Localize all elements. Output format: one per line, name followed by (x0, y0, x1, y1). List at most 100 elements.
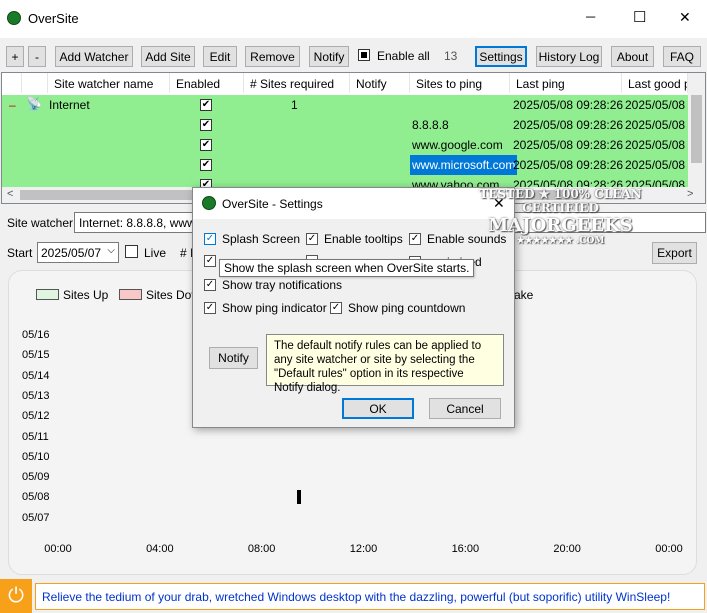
start-date-value: 2025/05/07 (41, 246, 102, 260)
y-tick-label: 05/07 (22, 511, 50, 524)
enabled-checkbox[interactable]: ✔ (200, 159, 212, 171)
x-tick-label: 12:00 (349, 543, 378, 555)
column-header[interactable]: Notify (350, 73, 410, 93)
site-to-ping: 8.8.8.8 (412, 118, 449, 132)
y-tick-label: 05/15 (22, 349, 50, 362)
table-row[interactable]: ✔ www.microsoft.com 2025/05/08 09:28:26 … (2, 155, 695, 175)
collapse-button[interactable]: - (28, 46, 46, 67)
checkbox[interactable]: ✓ (204, 302, 216, 314)
splash-screen-option[interactable]: ✓ Splash Screen (204, 232, 300, 246)
chevron-down-icon: ⌵ (107, 245, 115, 256)
column-header[interactable]: Enabled (170, 73, 244, 93)
start-label: Start (7, 246, 33, 260)
y-tick-label: 05/13 (22, 389, 50, 402)
table-row[interactable]: ✔ www.google.com 2025/05/08 09:28:26 202… (2, 135, 695, 155)
y-tick-label: 05/10 (22, 450, 50, 463)
minimize-button[interactable]: ─ (586, 9, 595, 24)
power-icon[interactable]: ⏻ (0, 579, 32, 613)
site-to-ping: www.google.com (412, 138, 503, 152)
edit-button[interactable]: Edit (203, 46, 237, 67)
option-label: Show ping countdown (348, 301, 466, 315)
close-button[interactable]: ✕ (679, 9, 691, 26)
ok-button[interactable]: OK (342, 398, 414, 419)
maximize-button[interactable]: ☐ (633, 8, 646, 26)
y-tick-label: 05/12 (22, 410, 50, 423)
watcher-count: 13 (444, 49, 458, 63)
live-label: Live (144, 246, 167, 260)
window-title: OverSite (28, 11, 79, 26)
watermark-line: CERTIFIED (522, 201, 599, 215)
settings-button[interactable]: Settings (475, 46, 527, 67)
about-button[interactable]: About (611, 46, 654, 67)
remove-button[interactable]: Remove (245, 46, 300, 67)
checkbox[interactable]: ✓ (204, 233, 216, 245)
start-date-picker[interactable]: 2025/05/07 ⌵ (37, 242, 119, 263)
checkbox[interactable]: ✓ (204, 255, 216, 267)
settings-dialog: OverSite - Settings ✕ ✓ Splash Screen ✓ En… (192, 187, 515, 428)
dialog-notify-button[interactable]: Notify (209, 347, 258, 369)
x-tick-label: 00:00 (655, 543, 683, 555)
column-header[interactable]: Last good pi (622, 73, 688, 93)
table-row[interactable]: ✔ 8.8.8.8 2025/05/08 09:28:26 2025/05/08… (2, 115, 695, 135)
ping-countdown-option[interactable]: ✓ Show ping countdown (330, 301, 465, 315)
faq-button[interactable]: FAQ (663, 46, 701, 67)
x-tick-label: 00:00 (44, 543, 72, 555)
dialog-title-bar: OverSite - Settings ✕ (193, 188, 514, 219)
table-row[interactable]: – 📡 Internet ✔ 1 2025/05/08 09:28:26 202… (2, 95, 695, 115)
last-good-ping: 2025/05/08 0 (625, 98, 696, 112)
site-to-ping-selected[interactable]: www.microsoft.com (410, 155, 518, 175)
tray-notifications-option[interactable]: ✓ Show tray notifications (204, 278, 342, 292)
last-ping: 2025/05/08 09:28:26 (513, 98, 624, 112)
sites-required: 1 (291, 98, 298, 112)
site-watcher-grid: Site watcher name Enabled # Sites requir… (1, 72, 706, 204)
site-watcher-label: Site watcher (7, 216, 74, 230)
watermark-line: MAJORGEEKS (488, 215, 633, 236)
add-watcher-button[interactable]: Add Watcher (55, 46, 133, 67)
checkbox[interactable]: ✓ (409, 233, 421, 245)
watermark-line: TESTED ★ 100% CLEAN (479, 187, 642, 201)
title-bar: OverSite ─ ☐ ✕ (0, 0, 707, 38)
cancel-button[interactable]: Cancel (429, 398, 501, 419)
vertical-scrollbar[interactable] (688, 73, 705, 187)
hidden-option-1[interactable]: ✓ (204, 255, 216, 267)
notify-info-box: The default notify rules can be applied … (266, 334, 504, 394)
x-tick-label: 16:00 (451, 543, 480, 555)
app-globe-icon (202, 196, 216, 210)
legend-down-label: Sites Dov (146, 288, 198, 302)
watermark-line: ★★★★★★★ .COM (516, 236, 605, 246)
enabled-checkbox[interactable]: ✔ (200, 99, 212, 111)
promo-link[interactable]: Relieve the tedium of your drab, wretche… (35, 583, 705, 610)
checkbox[interactable]: ✓ (204, 279, 216, 291)
y-tick-label: 05/09 (22, 471, 50, 484)
last-good-ping: 2025/05/08 0 (625, 158, 696, 172)
last-ping: 2025/05/08 09:28:26 (513, 158, 624, 172)
enable-all-label: Enable all (377, 49, 430, 63)
enabled-checkbox[interactable]: ✔ (200, 119, 212, 131)
dialog-title: OverSite - Settings (222, 197, 323, 211)
y-tick-label: 05/08 (22, 491, 50, 504)
column-header[interactable]: Site watcher name (48, 73, 170, 93)
collapse-row-icon[interactable]: – (9, 98, 16, 112)
y-tick-label: 05/11 (22, 430, 49, 443)
column-header[interactable]: Last ping (510, 73, 622, 93)
last-good-ping: 2025/05/08 0 (625, 138, 696, 152)
column-header[interactable]: Sites to ping (410, 73, 510, 93)
x-tick-label: 04:00 (146, 543, 174, 555)
add-site-button[interactable]: Add Site (141, 46, 195, 67)
notify-button[interactable]: Notify (309, 46, 349, 67)
export-button[interactable]: Export (652, 242, 697, 264)
legend-down-swatch (119, 289, 142, 300)
expand-button[interactable]: + (6, 46, 24, 67)
history-log-button[interactable]: History Log (536, 46, 602, 67)
enabled-checkbox[interactable]: ✔ (200, 139, 212, 151)
app-globe-icon (7, 11, 21, 25)
checkbox[interactable]: ✓ (306, 233, 318, 245)
enable-tooltips-option[interactable]: ✓ Enable tooltips (306, 232, 403, 246)
enable-all-checkbox[interactable] (358, 49, 370, 61)
column-header[interactable]: # Sites required (244, 73, 350, 93)
live-checkbox[interactable] (125, 245, 138, 258)
checkbox[interactable]: ✓ (330, 302, 342, 314)
legend-up-swatch (36, 289, 59, 300)
last-good-ping: 2025/05/08 0 (625, 118, 696, 132)
ping-indicator-option[interactable]: ✓ Show ping indicator (204, 301, 327, 315)
